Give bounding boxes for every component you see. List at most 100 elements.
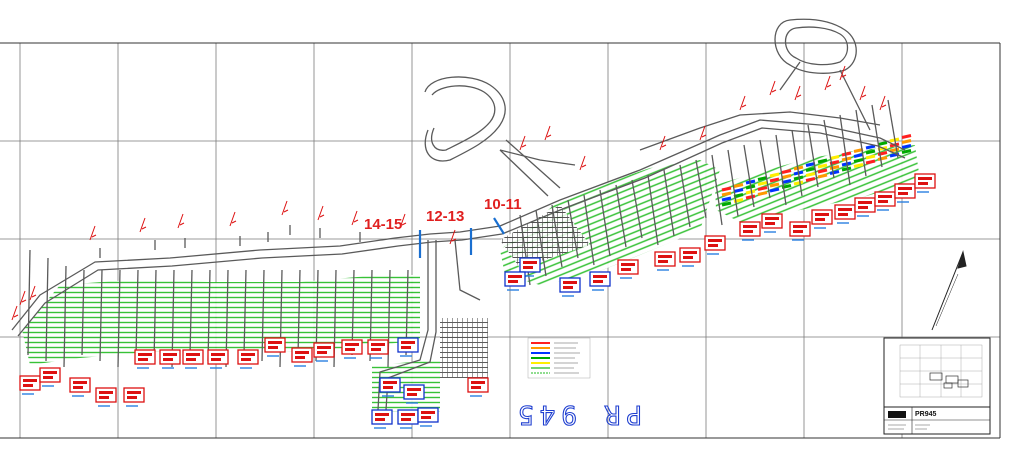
survey-tick <box>661 144 667 148</box>
grade-band <box>805 172 816 177</box>
grade-band <box>757 186 768 191</box>
survey-tick <box>31 294 37 298</box>
grade-band <box>817 168 828 174</box>
stope-id-tag <box>19 375 41 391</box>
stope-id-tag <box>519 257 541 273</box>
grade-band <box>817 163 828 169</box>
stope-id-tag <box>39 367 61 383</box>
stope-id-text-mark <box>241 358 251 361</box>
stope-id-text-mark <box>708 239 722 242</box>
connector-drift <box>499 149 576 166</box>
survey-tick <box>401 222 407 226</box>
survey-tick <box>824 75 831 91</box>
stope-id-text-mark <box>99 396 109 399</box>
section-label-10-11: 10-11 <box>484 196 522 213</box>
grade-band <box>757 181 768 186</box>
stope-id-text-mark <box>898 192 908 195</box>
stope-id-text-mark <box>241 353 255 356</box>
grade-band <box>829 165 840 170</box>
stope-id-tag <box>467 377 489 393</box>
stope-id-text-mark <box>743 225 757 228</box>
stope-id-tag <box>559 277 581 293</box>
grade-band <box>733 188 744 193</box>
stope-id-text-mark <box>878 195 892 198</box>
grade-band <box>901 149 912 154</box>
grade-band <box>757 191 768 196</box>
stope-id-tag <box>264 337 286 353</box>
grade-band <box>853 158 864 163</box>
stope-id-text-mark <box>383 386 393 389</box>
grade-band <box>745 194 756 200</box>
stope-id-tag <box>789 221 811 237</box>
survey-tick <box>741 104 747 108</box>
stope-id-tag <box>679 247 701 263</box>
survey-tick <box>229 211 236 227</box>
grade-band <box>769 172 780 178</box>
grade-band <box>841 166 852 172</box>
stope-id-tag <box>417 407 439 423</box>
stope-id-text-mark <box>793 230 803 233</box>
survey-tick <box>544 125 551 141</box>
survey-tick <box>861 94 867 98</box>
section-label-12-13: 12-13 <box>426 208 464 225</box>
frame-border <box>0 42 1001 439</box>
stope-id-text-mark <box>421 411 435 414</box>
survey-tick <box>546 134 552 138</box>
stope-id-text-mark <box>295 351 309 354</box>
survey-tick <box>283 209 289 213</box>
stope-id-text-mark <box>765 217 779 220</box>
grade-band <box>721 201 732 207</box>
stope-id-text-mark <box>658 255 672 258</box>
stope-id-text-mark <box>127 391 141 394</box>
stope-id-text-mark <box>815 218 825 221</box>
grade-band <box>781 169 792 174</box>
stope-id-text-mark <box>401 418 411 421</box>
survey-tick <box>769 80 776 96</box>
stope-id-text-mark <box>23 384 33 387</box>
stope-id-text-mark <box>621 263 635 266</box>
stope-id-tag <box>874 191 896 207</box>
grade-band <box>841 151 852 157</box>
grade-band <box>721 191 732 197</box>
stope-id-text-mark <box>838 213 848 216</box>
survey-tick <box>521 144 527 148</box>
grade-band <box>733 183 744 188</box>
stope-id-text-mark <box>708 244 718 247</box>
stope-id-tag <box>237 349 259 365</box>
stope-id-tag <box>854 197 876 213</box>
stope-id-text-mark <box>563 286 573 289</box>
stope-id-tag <box>811 209 833 225</box>
stope-id-text-mark <box>43 376 53 379</box>
survey-tick <box>796 94 802 98</box>
stope-id-tag <box>834 204 856 220</box>
stope-id-text-mark <box>371 348 381 351</box>
stope-id-text-mark <box>127 396 137 399</box>
stope-id-text-mark <box>383 381 397 384</box>
stope-id-text-mark <box>523 261 537 264</box>
stope-id-text-mark <box>621 268 631 271</box>
stope-id-text-mark <box>407 393 417 396</box>
grade-band <box>889 147 900 153</box>
stope-id-text-mark <box>858 206 868 209</box>
stope-id-tag <box>894 183 916 199</box>
stope-id-tag <box>159 349 181 365</box>
stope-id-text-mark <box>345 348 355 351</box>
stope-id-text-mark <box>838 208 852 211</box>
grade-band <box>877 156 888 161</box>
stope-id-text-mark <box>918 177 932 180</box>
stope-id-tag <box>182 349 204 365</box>
stope-id-tag <box>123 387 145 403</box>
stope-id-text-mark <box>138 353 152 356</box>
stope-id-text-mark <box>23 379 37 382</box>
stope-id-tag <box>589 271 611 287</box>
survey-tick <box>826 84 832 88</box>
stope-id-text-mark <box>683 251 697 254</box>
grade-band <box>769 182 780 188</box>
grade-band <box>793 180 804 186</box>
survey-tick <box>139 217 146 233</box>
stope-id-tag <box>397 337 419 353</box>
stope-id-text-mark <box>918 182 928 185</box>
survey-tick <box>13 314 19 318</box>
stope-id-tag <box>761 213 783 229</box>
survey-tick <box>519 135 526 151</box>
